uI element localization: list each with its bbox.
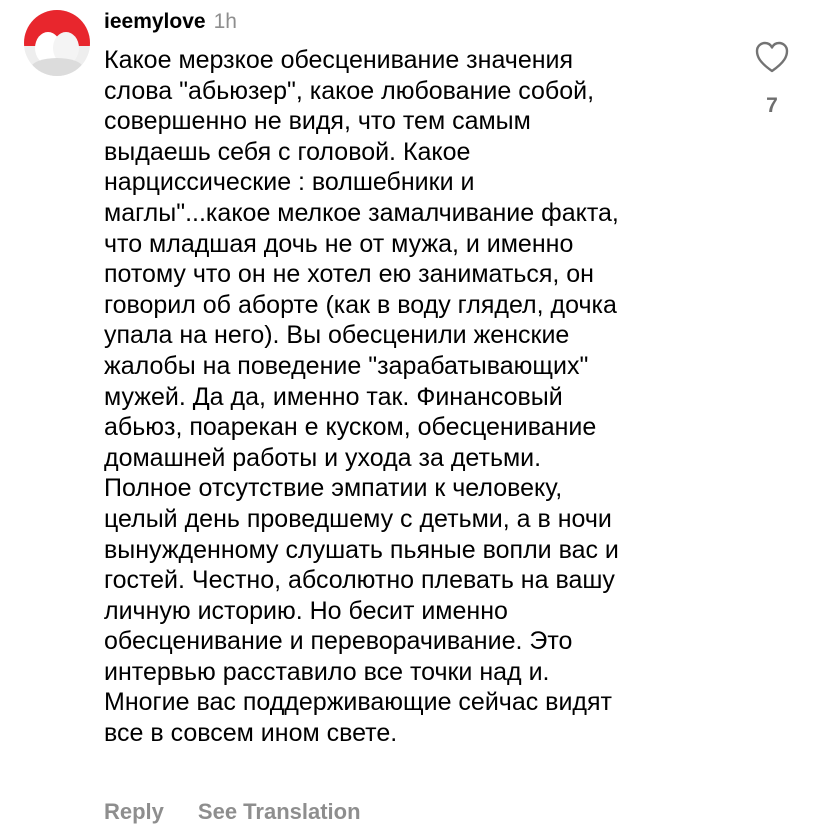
comment-text: Какое мерзкое обесценивание значения слов…	[104, 45, 724, 749]
see-translation-button[interactable]: See Translation	[198, 795, 361, 829]
comment-text-line: личную историю. Но бесит именно	[104, 596, 508, 625]
like-count: 7	[766, 94, 778, 117]
comment-text-line: что младшая дочь не от мужа, и именно	[104, 229, 574, 258]
reply-button[interactable]: Reply	[104, 795, 164, 829]
comment-text-line: абьюз, поарекан е куском, обесценивание	[104, 413, 597, 442]
comment-text-line: выдаешь себя с головой. Какое	[104, 137, 471, 166]
comment-text-line: слова "абьюзер", какое любование собой,	[104, 76, 595, 105]
avatar[interactable]	[24, 10, 90, 76]
comment-body: ieemylove 1h Какое мерзкое обесценивание…	[104, 4, 724, 749]
comment-text-line: целый день проведшему с детьми, а в ночи	[104, 504, 612, 533]
comment-text-line: нарциссические : волшебники и	[104, 168, 475, 197]
comment-text-line: упала на него). Вы обесценили женские	[104, 321, 570, 350]
heart-outline-icon[interactable]	[750, 40, 794, 74]
comment-text-line: маглы"...какое мелкое замалчивание факта…	[104, 198, 619, 227]
comment-text-line: обесценивание и переворачивание. Это	[104, 627, 573, 656]
comment-text-line: жалобы на поведение "зарабатывающих"	[104, 351, 589, 380]
comment-text-line: Какое мерзкое обесценивание значения	[104, 46, 574, 74]
comment-text-line: Многие вас поддерживающие сейчас видят	[104, 688, 612, 717]
comment-text-line: потому что он не хотел ею заниматься, он	[104, 260, 594, 289]
like-column: 7	[750, 40, 794, 118]
username-link[interactable]: ieemylove	[104, 4, 206, 40]
comment-text-line: все в совсем ином свете.	[104, 719, 398, 748]
comment-text-line: вынужденному слушать пьяные вопли вас и	[104, 535, 619, 564]
comment-text-line: гостей. Честно, абсолютно плевать на ваш…	[104, 566, 615, 595]
avatar-image	[24, 10, 90, 76]
comment-text-line: Полное отсутствие эмпатии к человеку,	[104, 474, 563, 503]
comment-text-line: совершенно не видя, что тем самым	[104, 107, 531, 136]
comment-text-line: домашней работы и ухода за детьми.	[104, 443, 542, 472]
comment-header: ieemylove 1h	[104, 4, 724, 40]
comment-item: ieemylove 1h Какое мерзкое обесценивание…	[0, 0, 822, 836]
comment-timestamp: 1h	[213, 10, 237, 33]
comment-text-line: мужей. Да да, именно так. Финансовый	[104, 382, 563, 411]
comment-text-line: интервью расставило все точки над и.	[104, 657, 550, 686]
comment-actions: Reply See Translation	[104, 795, 361, 829]
comment-text-line: говорил об аборте (как в воду глядел, до…	[104, 290, 617, 319]
